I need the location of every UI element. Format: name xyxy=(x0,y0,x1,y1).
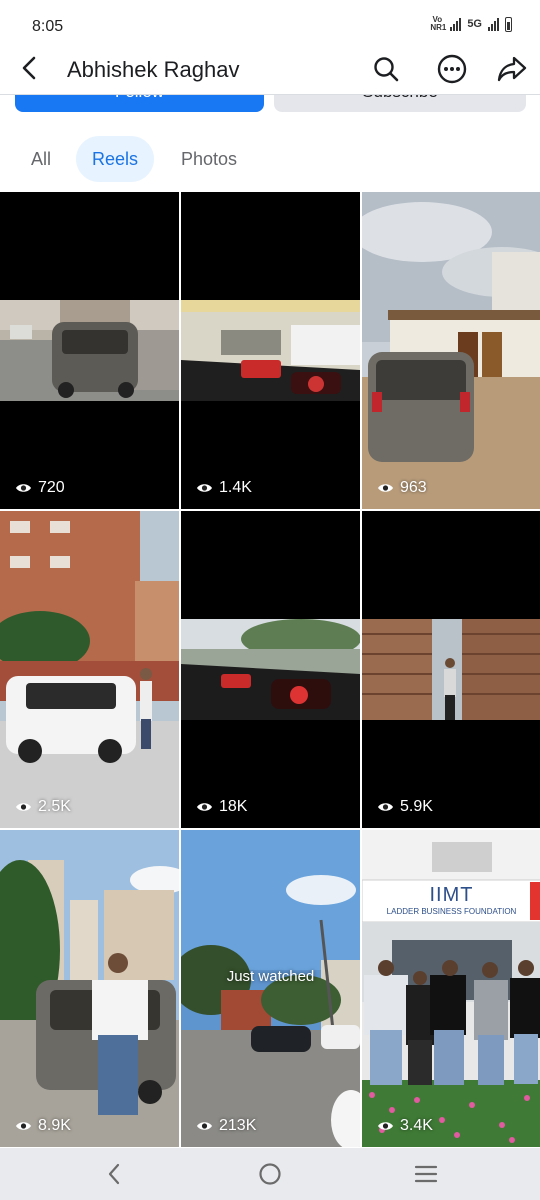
view-count-text: 2.5K xyxy=(38,798,71,815)
view-count: 2.5K xyxy=(15,798,71,816)
reel-thumbnail[interactable]: 1.4K xyxy=(181,192,360,509)
view-count-text: 963 xyxy=(400,479,427,496)
reel-preview-image xyxy=(362,192,540,509)
reel-thumbnail[interactable]: 720 xyxy=(0,192,179,509)
reel-thumbnail[interactable]: 2.5K xyxy=(0,511,179,828)
network-type: 5G xyxy=(467,18,482,30)
chevron-left-icon xyxy=(108,1163,120,1185)
view-count-text: 1.4K xyxy=(219,479,252,496)
signal-icon-2 xyxy=(488,17,499,31)
reel-thumbnail[interactable]: IIMT LADDER BUSINESS FOUNDATION 3.4K xyxy=(362,830,540,1147)
tab-photos[interactable]: Photos xyxy=(168,136,250,182)
sign-subtitle: LADDER BUSINESS FOUNDATION xyxy=(386,907,517,916)
share-icon xyxy=(497,56,527,82)
nav-home-button[interactable] xyxy=(252,1158,288,1190)
reel-preview-image xyxy=(181,830,360,1147)
chevron-left-icon xyxy=(22,56,36,80)
header-divider xyxy=(0,94,540,95)
eye-icon xyxy=(197,803,212,811)
eye-icon xyxy=(16,803,31,811)
profile-header: Abhishek Raghav xyxy=(0,44,540,94)
building-sign: IIMT LADDER BUSINESS FOUNDATION xyxy=(362,880,540,922)
system-navigation-bar xyxy=(0,1148,540,1200)
nav-back-button[interactable] xyxy=(96,1158,132,1190)
status-bar: 8:05 Vo NR1 5G xyxy=(0,0,540,50)
search-button[interactable] xyxy=(368,51,404,87)
reel-preview-image xyxy=(0,511,179,828)
page-title: Abhishek Raghav xyxy=(67,57,240,82)
signal-icon xyxy=(450,17,462,31)
search-icon xyxy=(374,57,399,82)
view-count-text: 8.9K xyxy=(38,1117,71,1134)
reel-thumbnail[interactable]: 5.9K xyxy=(362,511,540,828)
reel-preview-image xyxy=(181,619,360,720)
eye-icon xyxy=(378,803,393,811)
eye-icon xyxy=(197,484,212,492)
status-time: 8:05 xyxy=(32,18,64,35)
home-circle-icon xyxy=(259,1163,281,1185)
eye-icon xyxy=(378,1122,393,1130)
tab-all[interactable]: All xyxy=(18,136,64,182)
back-button[interactable] xyxy=(14,52,46,84)
reel-preview-image xyxy=(0,830,179,1147)
view-count-text: 720 xyxy=(38,479,65,496)
view-count: 720 xyxy=(15,479,65,497)
view-count: 963 xyxy=(377,479,427,497)
reels-grid: 720 1.4K 963 2.5K 18K 5.9K 8.9K Just wat… xyxy=(0,192,540,1148)
view-count: 5.9K xyxy=(377,798,433,816)
view-count: 213K xyxy=(196,1117,256,1135)
share-button[interactable] xyxy=(494,51,530,87)
more-options-button[interactable] xyxy=(434,51,470,87)
reel-thumbnail[interactable]: 18K xyxy=(181,511,360,828)
status-icons: Vo NR1 5G xyxy=(430,16,512,32)
view-count: 8.9K xyxy=(15,1117,71,1135)
tab-reels[interactable]: Reels xyxy=(76,136,154,182)
reel-thumbnail[interactable]: Just watched 213K xyxy=(181,830,360,1147)
view-count: 3.4K xyxy=(377,1117,433,1135)
reel-thumbnail[interactable]: 963 xyxy=(362,192,540,509)
view-count-text: 213K xyxy=(219,1117,257,1134)
reel-thumbnail[interactable]: 8.9K xyxy=(0,830,179,1147)
battery-icon xyxy=(505,16,512,32)
content-tabs: All Reels Photos xyxy=(0,136,540,184)
view-count-text: 18K xyxy=(219,798,248,815)
view-count: 18K xyxy=(196,798,247,816)
menu-lines-icon xyxy=(414,1165,438,1183)
reel-preview-image xyxy=(362,619,540,720)
view-count-text: 3.4K xyxy=(400,1117,433,1134)
nav-recents-button[interactable] xyxy=(408,1158,444,1190)
eye-icon xyxy=(197,1122,212,1130)
reel-preview-image xyxy=(0,300,179,401)
eye-icon xyxy=(16,1122,31,1130)
volte-indicator: Vo NR1 xyxy=(430,15,447,32)
sign-title: IIMT xyxy=(429,884,474,906)
just-watched-label: Just watched xyxy=(226,968,315,985)
eye-icon xyxy=(378,484,393,492)
view-count: 1.4K xyxy=(196,479,252,497)
more-icon xyxy=(437,54,467,84)
reel-preview-image xyxy=(362,830,540,1147)
reel-preview-image xyxy=(181,300,360,401)
eye-icon xyxy=(16,484,31,492)
view-count-text: 5.9K xyxy=(400,798,433,815)
